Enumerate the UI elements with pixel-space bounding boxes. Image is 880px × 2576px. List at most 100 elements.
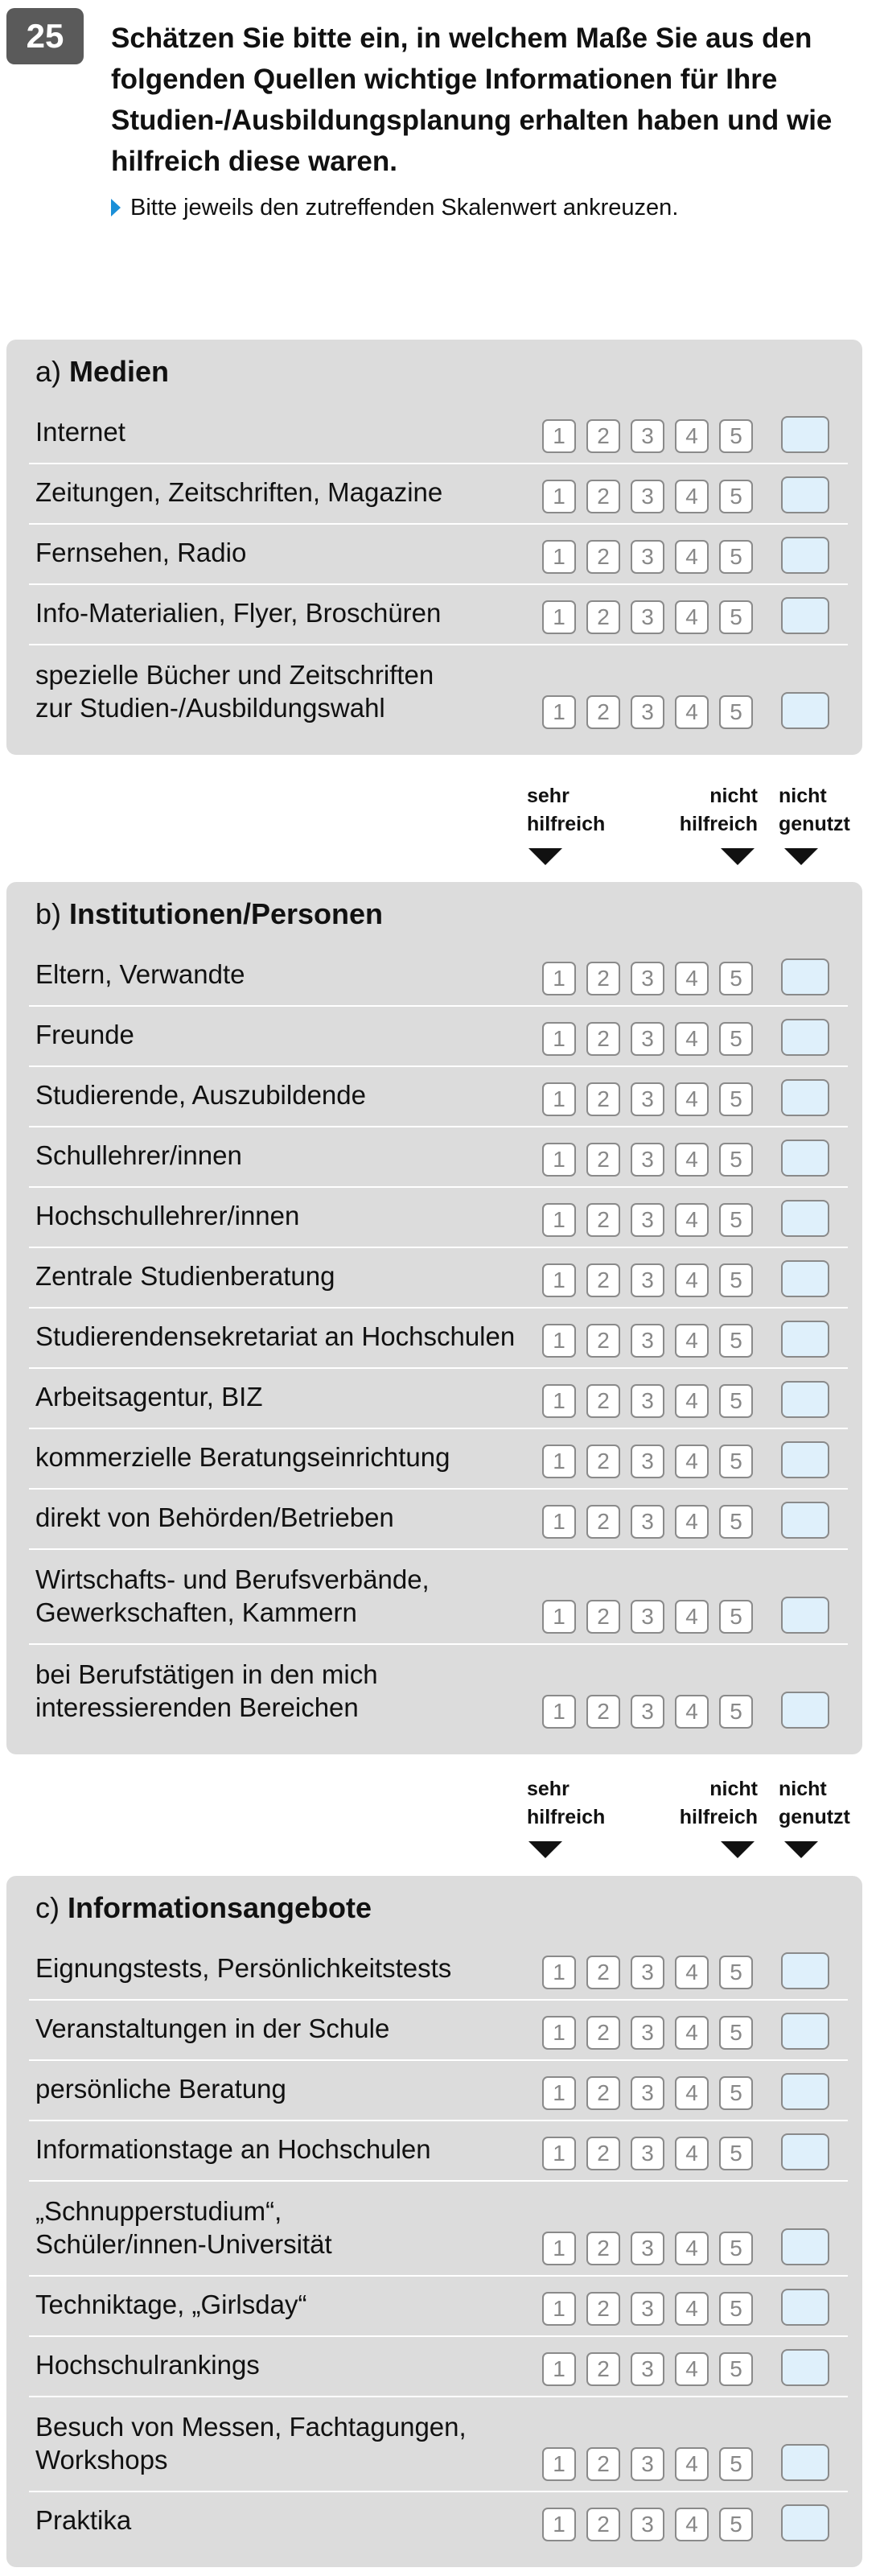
rating-option-4[interactable]: 4 bbox=[675, 1324, 709, 1358]
rating-option-4[interactable]: 4 bbox=[675, 1505, 709, 1539]
rating-option-5[interactable]: 5 bbox=[719, 1143, 753, 1177]
rating-option-4[interactable]: 4 bbox=[675, 2076, 709, 2110]
rating-option-4[interactable]: 4 bbox=[675, 2447, 709, 2481]
rating-option-3[interactable]: 3 bbox=[631, 600, 664, 634]
rating-option-1[interactable]: 1 bbox=[542, 2016, 576, 2050]
rating-option-5[interactable]: 5 bbox=[719, 1600, 753, 1634]
rating-option-2[interactable]: 2 bbox=[586, 1022, 620, 1056]
rating-option-5[interactable]: 5 bbox=[719, 1505, 753, 1539]
rating-option-4[interactable]: 4 bbox=[675, 962, 709, 995]
rating-option-3[interactable]: 3 bbox=[631, 1600, 664, 1634]
not-used-checkbox[interactable] bbox=[781, 2504, 829, 2541]
rating-option-4[interactable]: 4 bbox=[675, 1263, 709, 1297]
rating-option-1[interactable]: 1 bbox=[542, 962, 576, 995]
not-used-checkbox[interactable] bbox=[781, 1140, 829, 1177]
not-used-checkbox[interactable] bbox=[781, 958, 829, 995]
rating-option-2[interactable]: 2 bbox=[586, 480, 620, 513]
not-used-checkbox[interactable] bbox=[781, 2444, 829, 2481]
rating-option-4[interactable]: 4 bbox=[675, 1022, 709, 1056]
rating-option-4[interactable]: 4 bbox=[675, 1600, 709, 1634]
rating-option-3[interactable]: 3 bbox=[631, 1143, 664, 1177]
rating-option-5[interactable]: 5 bbox=[719, 2232, 753, 2265]
not-used-checkbox[interactable] bbox=[781, 476, 829, 513]
rating-option-4[interactable]: 4 bbox=[675, 540, 709, 574]
rating-option-5[interactable]: 5 bbox=[719, 962, 753, 995]
not-used-checkbox[interactable] bbox=[781, 1692, 829, 1729]
rating-option-1[interactable]: 1 bbox=[542, 419, 576, 453]
rating-option-1[interactable]: 1 bbox=[542, 1445, 576, 1478]
rating-option-1[interactable]: 1 bbox=[542, 1600, 576, 1634]
rating-option-2[interactable]: 2 bbox=[586, 2447, 620, 2481]
rating-option-5[interactable]: 5 bbox=[719, 2016, 753, 2050]
rating-option-3[interactable]: 3 bbox=[631, 1082, 664, 1116]
not-used-checkbox[interactable] bbox=[781, 2013, 829, 2050]
rating-option-5[interactable]: 5 bbox=[719, 2447, 753, 2481]
rating-option-1[interactable]: 1 bbox=[542, 540, 576, 574]
rating-option-1[interactable]: 1 bbox=[542, 1956, 576, 1989]
rating-option-5[interactable]: 5 bbox=[719, 1022, 753, 1056]
rating-option-2[interactable]: 2 bbox=[586, 1600, 620, 1634]
not-used-checkbox[interactable] bbox=[781, 2228, 829, 2265]
not-used-checkbox[interactable] bbox=[781, 2349, 829, 2386]
rating-option-1[interactable]: 1 bbox=[542, 1022, 576, 1056]
rating-option-3[interactable]: 3 bbox=[631, 695, 664, 729]
not-used-checkbox[interactable] bbox=[781, 1019, 829, 1056]
not-used-checkbox[interactable] bbox=[781, 2289, 829, 2326]
rating-option-3[interactable]: 3 bbox=[631, 2232, 664, 2265]
rating-option-1[interactable]: 1 bbox=[542, 480, 576, 513]
rating-option-4[interactable]: 4 bbox=[675, 2352, 709, 2386]
rating-option-2[interactable]: 2 bbox=[586, 1082, 620, 1116]
rating-option-1[interactable]: 1 bbox=[542, 2137, 576, 2170]
rating-option-2[interactable]: 2 bbox=[586, 962, 620, 995]
rating-option-3[interactable]: 3 bbox=[631, 1022, 664, 1056]
not-used-checkbox[interactable] bbox=[781, 416, 829, 453]
not-used-checkbox[interactable] bbox=[781, 2133, 829, 2170]
rating-option-2[interactable]: 2 bbox=[586, 2352, 620, 2386]
rating-option-1[interactable]: 1 bbox=[542, 2076, 576, 2110]
rating-option-1[interactable]: 1 bbox=[542, 600, 576, 634]
rating-option-5[interactable]: 5 bbox=[719, 2076, 753, 2110]
not-used-checkbox[interactable] bbox=[781, 1502, 829, 1539]
rating-option-4[interactable]: 4 bbox=[675, 419, 709, 453]
rating-option-1[interactable]: 1 bbox=[542, 1203, 576, 1237]
rating-option-3[interactable]: 3 bbox=[631, 480, 664, 513]
rating-option-1[interactable]: 1 bbox=[542, 1263, 576, 1297]
rating-option-3[interactable]: 3 bbox=[631, 2076, 664, 2110]
rating-option-3[interactable]: 3 bbox=[631, 1384, 664, 1418]
rating-option-4[interactable]: 4 bbox=[675, 2232, 709, 2265]
not-used-checkbox[interactable] bbox=[781, 692, 829, 729]
rating-option-1[interactable]: 1 bbox=[542, 2447, 576, 2481]
rating-option-2[interactable]: 2 bbox=[586, 419, 620, 453]
not-used-checkbox[interactable] bbox=[781, 1260, 829, 1297]
rating-option-1[interactable]: 1 bbox=[542, 2508, 576, 2541]
rating-option-2[interactable]: 2 bbox=[586, 1956, 620, 1989]
rating-option-3[interactable]: 3 bbox=[631, 419, 664, 453]
rating-option-4[interactable]: 4 bbox=[675, 480, 709, 513]
rating-option-3[interactable]: 3 bbox=[631, 1203, 664, 1237]
rating-option-1[interactable]: 1 bbox=[542, 1324, 576, 1358]
rating-option-1[interactable]: 1 bbox=[542, 695, 576, 729]
rating-option-4[interactable]: 4 bbox=[675, 1384, 709, 1418]
rating-option-5[interactable]: 5 bbox=[719, 2352, 753, 2386]
rating-option-1[interactable]: 1 bbox=[542, 1082, 576, 1116]
rating-option-4[interactable]: 4 bbox=[675, 1695, 709, 1729]
rating-option-2[interactable]: 2 bbox=[586, 600, 620, 634]
rating-option-2[interactable]: 2 bbox=[586, 540, 620, 574]
rating-option-3[interactable]: 3 bbox=[631, 1505, 664, 1539]
rating-option-5[interactable]: 5 bbox=[719, 1445, 753, 1478]
rating-option-5[interactable]: 5 bbox=[719, 1203, 753, 1237]
rating-option-2[interactable]: 2 bbox=[586, 1263, 620, 1297]
rating-option-4[interactable]: 4 bbox=[675, 1203, 709, 1237]
rating-option-5[interactable]: 5 bbox=[719, 1695, 753, 1729]
rating-option-5[interactable]: 5 bbox=[719, 695, 753, 729]
rating-option-2[interactable]: 2 bbox=[586, 2232, 620, 2265]
rating-option-4[interactable]: 4 bbox=[675, 1445, 709, 1478]
rating-option-4[interactable]: 4 bbox=[675, 695, 709, 729]
rating-option-5[interactable]: 5 bbox=[719, 1324, 753, 1358]
rating-option-2[interactable]: 2 bbox=[586, 1505, 620, 1539]
rating-option-3[interactable]: 3 bbox=[631, 540, 664, 574]
rating-option-3[interactable]: 3 bbox=[631, 1324, 664, 1358]
rating-option-2[interactable]: 2 bbox=[586, 2016, 620, 2050]
rating-option-5[interactable]: 5 bbox=[719, 2292, 753, 2326]
not-used-checkbox[interactable] bbox=[781, 1079, 829, 1116]
